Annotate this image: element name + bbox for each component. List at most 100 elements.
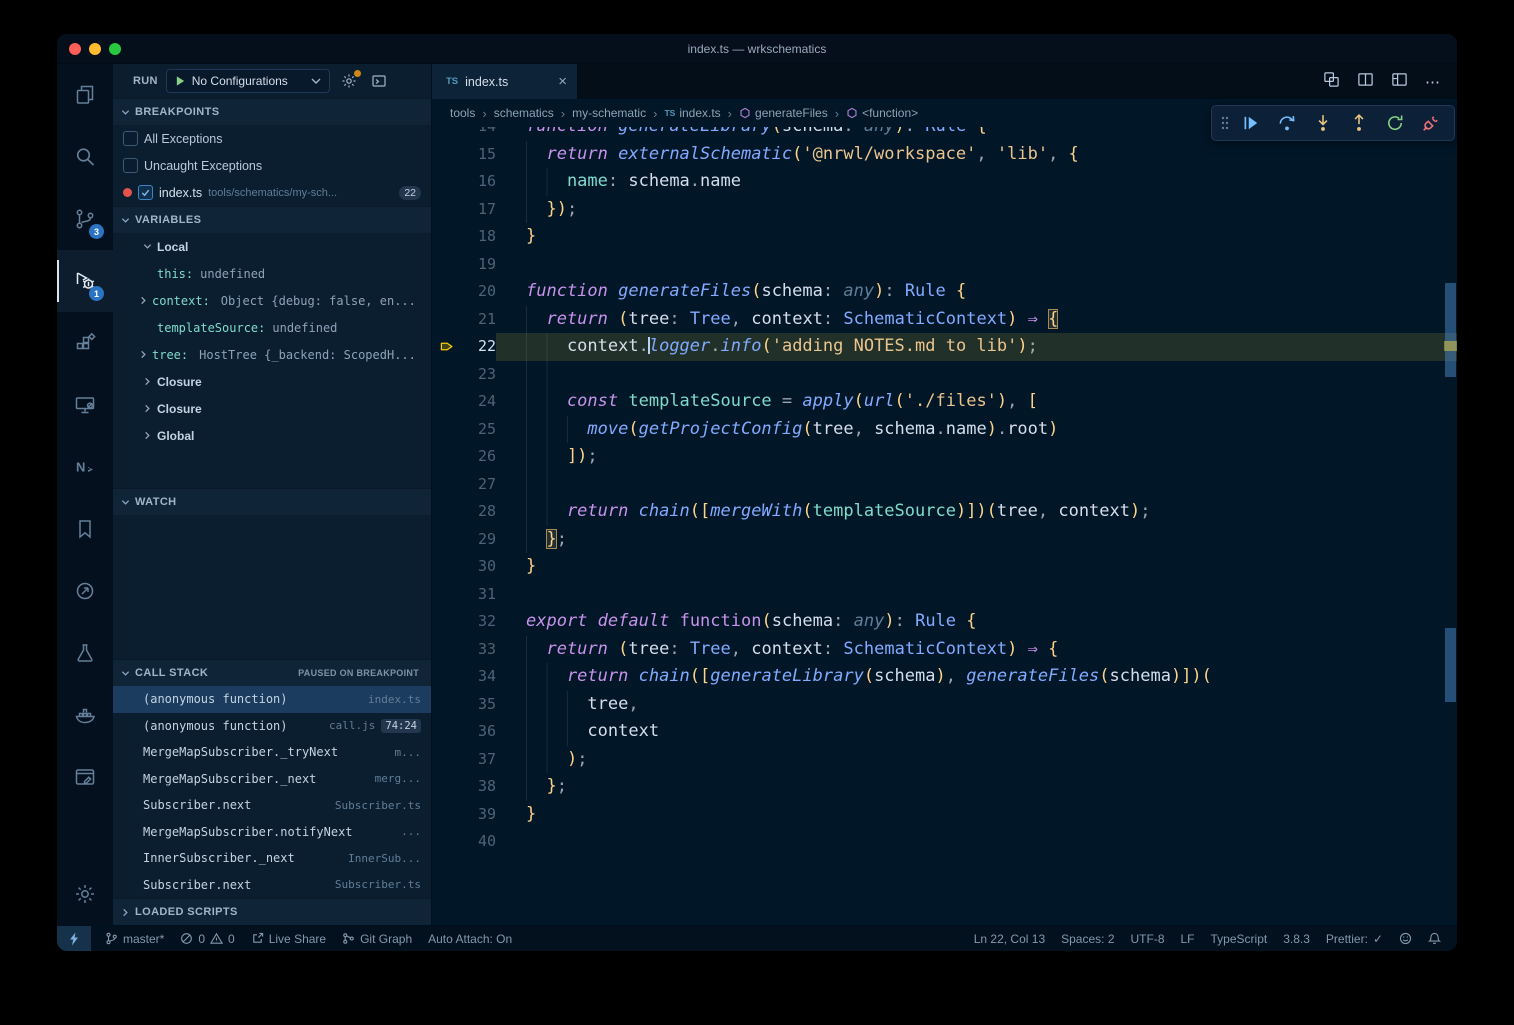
continue-button[interactable]: [1234, 108, 1268, 138]
gutter-glyph[interactable]: [432, 306, 462, 334]
feedback-button[interactable]: [1391, 926, 1420, 951]
code-editor[interactable]: 14function generateLibrary(schema: any):…: [432, 127, 1457, 925]
open-changes-button[interactable]: [1323, 71, 1340, 93]
gutter-glyph[interactable]: [432, 471, 462, 499]
code-line-25[interactable]: 25move(getProjectConfig(tree, schema.nam…: [432, 416, 1457, 444]
scope-global[interactable]: Global: [113, 422, 431, 449]
code-line-34[interactable]: 34return chain([generateLibrary(schema),…: [432, 663, 1457, 691]
gutter-glyph[interactable]: [432, 801, 462, 829]
variable-template-source[interactable]: templateSource: undefined: [113, 314, 431, 341]
gutter-glyph[interactable]: [432, 553, 462, 581]
code-line-31[interactable]: 31: [432, 581, 1457, 609]
manage-settings-button[interactable]: [57, 863, 113, 925]
loaded-scripts-section-header[interactable]: LOADED SCRIPTS: [113, 898, 431, 925]
gutter-glyph[interactable]: [432, 663, 462, 691]
overview-ruler[interactable]: [1444, 127, 1457, 925]
sidebar-item-remote-explorer[interactable]: [57, 374, 113, 436]
step-over-button[interactable]: [1270, 108, 1304, 138]
sidebar-item-testing[interactable]: [57, 622, 113, 684]
open-debug-console-button[interactable]: [368, 70, 390, 92]
restart-button[interactable]: [1378, 108, 1412, 138]
sidebar-item-extensions[interactable]: [57, 312, 113, 374]
variable-this[interactable]: this: undefined: [113, 260, 431, 287]
zoom-window-button[interactable]: [109, 43, 121, 55]
sidebar-item-nx-console[interactable]: N: [57, 436, 113, 498]
typescript-version-status[interactable]: 3.8.3: [1275, 926, 1318, 951]
split-editor-button[interactable]: [1357, 71, 1374, 93]
more-actions-button[interactable]: ⋯: [1425, 73, 1441, 91]
code-line-30[interactable]: 30}: [432, 553, 1457, 581]
code-line-22[interactable]: 22context.logger.info('adding NOTES.md t…: [432, 333, 1457, 361]
call-stack-frame[interactable]: InnerSubscriber._next InnerSub...: [113, 845, 431, 872]
live-share-status[interactable]: Live Share: [243, 926, 334, 951]
minimize-window-button[interactable]: [89, 43, 101, 55]
code-line-37[interactable]: 37);: [432, 746, 1457, 774]
gutter-glyph[interactable]: [432, 361, 462, 389]
call-stack-frame[interactable]: MergeMapSubscriber._next merg...: [113, 766, 431, 793]
call-stack-frame[interactable]: Subscriber.next Subscriber.ts: [113, 872, 431, 899]
code-line-28[interactable]: 28return chain([mergeWith(templateSource…: [432, 498, 1457, 526]
sidebar-item-live-share[interactable]: [57, 560, 113, 622]
tab-index-ts[interactable]: TS index.ts ×: [432, 64, 578, 99]
call-stack-frame[interactable]: Subscriber.next Subscriber.ts: [113, 792, 431, 819]
code-line-17[interactable]: 17});: [432, 196, 1457, 224]
code-line-20[interactable]: 20function generateFiles(schema: any): R…: [432, 278, 1457, 306]
breadcrumb-my-schematic[interactable]: my-schematic: [572, 106, 646, 120]
sidebar-item-run-debug[interactable]: 1: [57, 250, 113, 312]
sidebar-item-browser-preview[interactable]: [57, 746, 113, 808]
gutter-glyph[interactable]: [432, 608, 462, 636]
code-line-39[interactable]: 39}: [432, 801, 1457, 829]
gutter-glyph[interactable]: [432, 278, 462, 306]
call-stack-frame[interactable]: MergeMapSubscriber.notifyNext ...: [113, 819, 431, 846]
breadcrumb-generate-files[interactable]: generateFiles: [739, 106, 828, 120]
breadcrumb-function[interactable]: <function>: [846, 106, 918, 120]
scope-closure-1[interactable]: Closure: [113, 368, 431, 395]
breadcrumb-tools[interactable]: tools: [450, 106, 475, 120]
variable-context[interactable]: context: Object {debug: false, en...: [113, 287, 431, 314]
breakpoint-index-ts[interactable]: index.ts tools/schematics/my-sch... 22: [113, 179, 431, 206]
code-line-38[interactable]: 38};: [432, 773, 1457, 801]
call-stack-frame[interactable]: (anonymous function) call.js 74:24: [113, 713, 431, 740]
step-out-button[interactable]: [1342, 108, 1376, 138]
launch-settings-button[interactable]: [338, 70, 360, 92]
breakpoint-uncaught-exceptions[interactable]: Uncaught Exceptions: [113, 152, 431, 179]
call-stack-section-header[interactable]: CALL STACK PAUSED ON BREAKPOINT: [113, 659, 431, 686]
eol-status[interactable]: LF: [1173, 926, 1203, 951]
sidebar-item-search[interactable]: [57, 126, 113, 188]
git-branch-status[interactable]: master*: [97, 926, 172, 951]
gutter-glyph[interactable]: [432, 416, 462, 444]
code-line-32[interactable]: 32export default function(schema: any): …: [432, 608, 1457, 636]
sidebar-item-bookmarks[interactable]: [57, 498, 113, 560]
sidebar-item-source-control[interactable]: 3: [57, 188, 113, 250]
sidebar-item-docker[interactable]: [57, 684, 113, 746]
code-line-27[interactable]: 27: [432, 471, 1457, 499]
call-stack-frame[interactable]: (anonymous function) index.ts: [113, 686, 431, 713]
gutter-glyph[interactable]: [432, 223, 462, 251]
watch-section-header[interactable]: WATCH: [113, 488, 431, 515]
breadcrumb-index-ts[interactable]: TS index.ts: [664, 106, 720, 120]
gutter-glyph[interactable]: [432, 718, 462, 746]
breadcrumb-schematics[interactable]: schematics: [494, 106, 554, 120]
variables-section-header[interactable]: VARIABLES: [113, 206, 431, 233]
code-line-24[interactable]: 24const templateSource = apply(url('./fi…: [432, 388, 1457, 416]
debug-config-dropdown[interactable]: No Configurations: [166, 69, 330, 93]
gutter-glyph[interactable]: [432, 443, 462, 471]
gutter-glyph[interactable]: [432, 691, 462, 719]
auto-attach-status[interactable]: Auto Attach: On: [420, 926, 520, 951]
breakpoints-section-header[interactable]: BREAKPOINTS: [113, 98, 431, 125]
code-line-33[interactable]: 33return (tree: Tree, context: Schematic…: [432, 636, 1457, 664]
gutter-glyph[interactable]: [432, 251, 462, 279]
code-line-36[interactable]: 36context: [432, 718, 1457, 746]
variable-tree[interactable]: tree: HostTree {_backend: ScopedH...: [113, 341, 431, 368]
call-stack-frame[interactable]: MergeMapSubscriber._tryNext m...: [113, 739, 431, 766]
code-line-21[interactable]: 21return (tree: Tree, context: Schematic…: [432, 306, 1457, 334]
gutter-glyph[interactable]: [432, 498, 462, 526]
disconnect-button[interactable]: [1414, 108, 1448, 138]
toolbar-drag-handle[interactable]: [1218, 108, 1232, 138]
close-window-button[interactable]: [69, 43, 81, 55]
checkbox-unchecked[interactable]: [123, 158, 138, 173]
close-tab-icon[interactable]: ×: [558, 74, 567, 89]
checkbox-checked[interactable]: [138, 185, 153, 200]
toggle-layout-button[interactable]: [1391, 71, 1408, 93]
code-line-35[interactable]: 35tree,: [432, 691, 1457, 719]
